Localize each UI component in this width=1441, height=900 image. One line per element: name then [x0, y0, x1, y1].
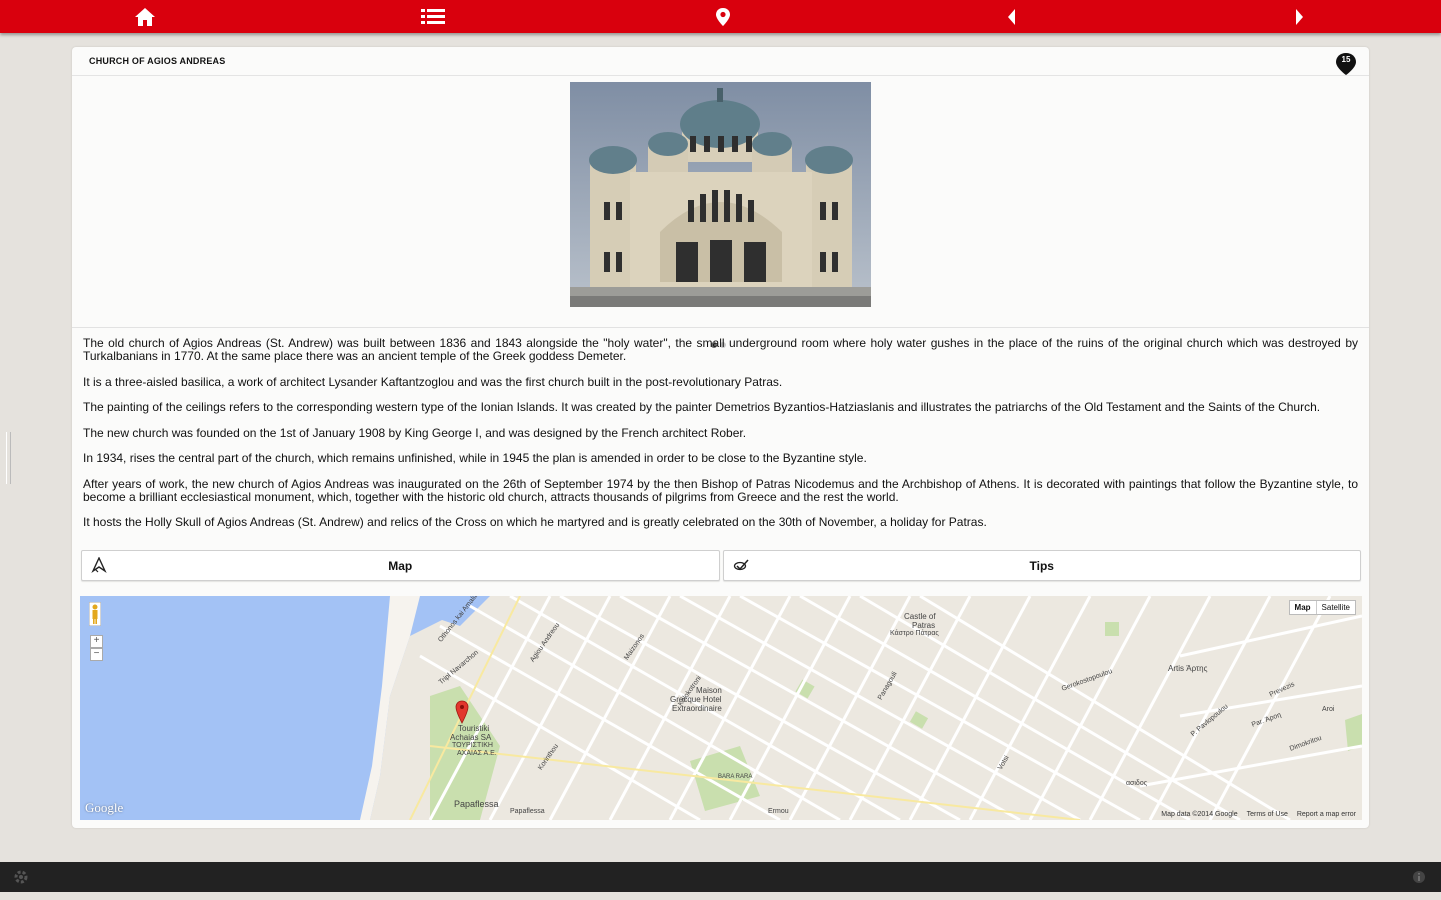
location-marker-icon[interactable] [455, 700, 469, 724]
home-icon [135, 7, 155, 26]
map-data-credit: Map data ©2014 Google [1161, 811, 1238, 818]
paragraph: The new church was founded on the 1st of… [83, 425, 747, 440]
top-nav-bar [0, 0, 1441, 33]
map-type-map-button[interactable]: Map [1290, 601, 1317, 614]
description-text: The old church of Agios Andreas (St. And… [83, 337, 1358, 542]
next-arrow-icon [1296, 8, 1303, 25]
church-photo [570, 82, 871, 307]
paragraph: It hosts the Holly Skull of Agios Andrea… [83, 515, 987, 529]
map-label: Κάστρο Πάτρας [890, 630, 939, 637]
map-label: Papaflessa [510, 808, 545, 815]
zoom-in-button[interactable]: + [90, 635, 103, 648]
next-button[interactable] [1270, 0, 1330, 33]
map-label: Ermou [768, 808, 789, 815]
map-label: ΤΟΥΡΙΣΤΙΚΗ [452, 742, 493, 749]
photo-carousel[interactable] [72, 75, 1369, 348]
gear-icon[interactable] [12, 868, 30, 886]
paragraph: It is a three-aisled basilica, a work of… [83, 374, 783, 389]
list-button[interactable] [403, 0, 463, 33]
street-view-pegman-icon[interactable] [89, 602, 101, 626]
tab-map[interactable]: Map [81, 550, 720, 581]
google-logo: Google [85, 800, 124, 815]
previous-button[interactable] [981, 0, 1041, 33]
location-badge[interactable]: 15 [1335, 52, 1357, 76]
map-label: Aroi [1322, 706, 1335, 713]
zoom-out-button[interactable]: − [90, 648, 103, 661]
map-type-toggle: Map Satellite [1288, 600, 1356, 615]
tab-tips-label: Tips [1029, 559, 1054, 573]
card-header: CHURCH OF AGIOS ANDREAS 15 [72, 47, 1369, 76]
map-label: ασιδος [1126, 780, 1148, 787]
bottom-bar [0, 862, 1441, 892]
prev-arrow-icon [1008, 8, 1015, 25]
paragraph: In 1934, rises the central part of the c… [83, 451, 867, 465]
map-label: Achaias SA [450, 733, 492, 742]
map-view[interactable]: Castle of Patras Κάστρο Πάτρας Maison Gr… [80, 596, 1362, 820]
map-label: Castle of [904, 612, 936, 621]
map-label: Touristiki [458, 724, 490, 733]
paragraph: The painting of the ceilings refers to t… [83, 400, 1321, 414]
bottom-strip [0, 892, 1441, 900]
detail-card: CHURCH OF AGIOS ANDREAS 15 The old churc… [72, 47, 1369, 828]
tab-map-label: Map [388, 559, 413, 573]
map-label: Papaflessa [454, 799, 499, 809]
map-label: Patras [912, 621, 936, 630]
map-label: BARA RARA [718, 774, 753, 780]
list-icon [421, 8, 445, 24]
map-label: ΑΧΑΙΑΣ Α.Ε. [457, 750, 497, 757]
home-button[interactable] [115, 0, 175, 33]
tab-bar: Map Tips [81, 550, 1361, 581]
report-map-error-link[interactable]: Report a map error [1297, 811, 1356, 818]
page-title: CHURCH OF AGIOS ANDREAS [89, 56, 226, 66]
map-pin-button[interactable] [693, 0, 753, 33]
tab-tips[interactable]: Tips [722, 550, 1361, 581]
map-label: Artis Άρτης [1168, 664, 1208, 673]
badge-count: 15 [1341, 55, 1351, 64]
terms-of-use-link[interactable]: Terms of Use [1247, 811, 1288, 818]
map-pin-icon [716, 7, 730, 26]
paragraph: The old church of Agios Andreas (St. And… [83, 336, 1358, 363]
info-icon[interactable] [1412, 870, 1426, 884]
paragraph: After years of work, the new church of A… [83, 476, 1358, 504]
drawer-handle[interactable] [6, 432, 11, 484]
map-attribution: Map data ©2014 Google Terms of Use Repor… [1161, 811, 1356, 818]
map-label: Maison [696, 686, 722, 695]
map-type-satellite-button[interactable]: Satellite [1317, 601, 1355, 614]
